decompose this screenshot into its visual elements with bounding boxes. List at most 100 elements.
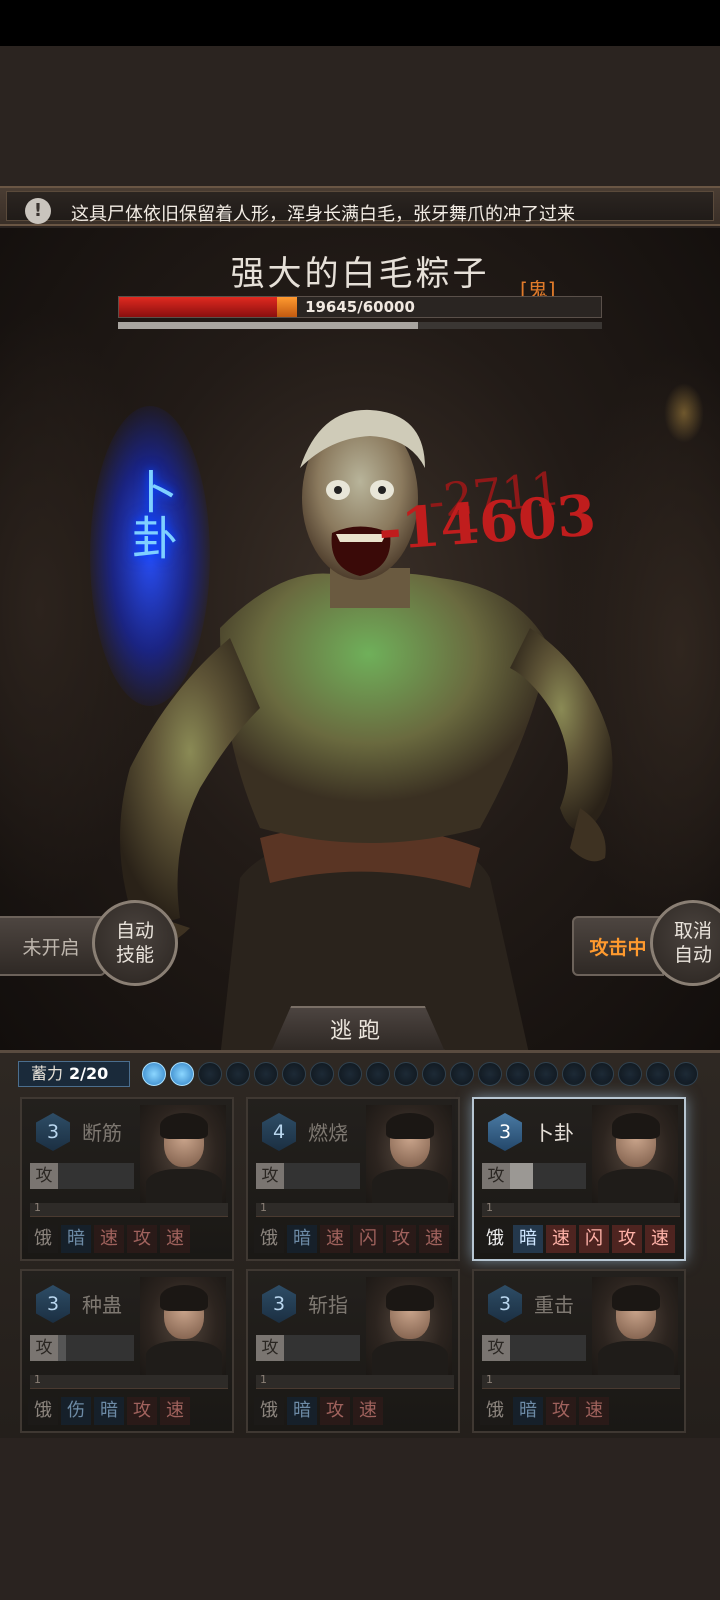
message-text: 这具尸体依旧保留着人形，浑身长满白毛，张牙舞爪的冲了过来 <box>71 204 575 225</box>
charge-gem <box>254 1062 278 1086</box>
portrait-hair <box>386 1285 434 1311</box>
skill-tags: 饿暗速攻速 <box>28 1225 190 1253</box>
portrait-shoulders <box>372 1341 448 1377</box>
charge-gem <box>562 1062 586 1086</box>
skill-tag: 闪 <box>579 1225 609 1253</box>
skill-tag: 攻 <box>612 1225 642 1253</box>
top-empty-area <box>0 46 720 186</box>
skill-progress: 1 <box>256 1201 454 1217</box>
skill-tag: 暗 <box>287 1397 317 1425</box>
skill-progress: 1 <box>482 1373 680 1389</box>
attack-fill <box>510 1163 533 1189</box>
skill-tag: 速 <box>546 1225 576 1253</box>
skill-tag: 速 <box>160 1397 190 1425</box>
skill-tag: 饿 <box>480 1225 510 1253</box>
boss-hp-text: 19645/60000 <box>305 298 415 316</box>
auto-skill-button[interactable]: 自动 技能 <box>92 900 178 986</box>
skill-level-badge: 3 <box>262 1285 296 1323</box>
skill-card[interactable]: 3 卜卦攻 1 饿暗速闪攻速 <box>472 1097 686 1261</box>
charge-gem <box>590 1062 614 1086</box>
attack-label: 攻 <box>30 1163 58 1189</box>
skill-tag: 饿 <box>28 1225 58 1253</box>
character-portrait <box>140 1105 226 1205</box>
skill-tag: 饿 <box>254 1225 284 1253</box>
boss-name: 强大的白毛粽子 <box>230 254 490 294</box>
character-portrait <box>592 1105 678 1205</box>
message-bar: ! 这具尸体依旧保留着人形，浑身长满白毛，张牙舞爪的冲了过来 <box>0 186 720 226</box>
portrait-shoulders <box>598 1169 674 1205</box>
skill-tag: 速 <box>645 1225 675 1253</box>
charge-gem <box>366 1062 390 1086</box>
auto-skill-label: 自动 技能 <box>115 920 154 966</box>
skill-tag: 速 <box>353 1397 383 1425</box>
escape-button[interactable]: 逃跑 <box>270 1006 446 1054</box>
charge-gems <box>142 1062 698 1088</box>
attack-label: 攻 <box>482 1335 510 1361</box>
attack-bar: 攻 <box>256 1163 360 1189</box>
boss-secondary-bar <box>118 322 602 329</box>
skill-card[interactable]: 4 燃烧攻 1 饿暗速闪攻速 <box>246 1097 460 1261</box>
skill-name: 燃烧 <box>308 1121 348 1145</box>
charge-gem <box>282 1062 306 1086</box>
skill-progress: 1 <box>30 1201 228 1217</box>
skill-progress: 1 <box>256 1373 454 1389</box>
skill-tag: 攻 <box>546 1397 576 1425</box>
boss-hp-bar: 19645/60000 <box>118 296 602 318</box>
portrait-shoulders <box>146 1169 222 1205</box>
charge-gem <box>534 1062 558 1086</box>
attack-bar: 攻 <box>256 1335 360 1361</box>
skill-tag: 饿 <box>254 1397 284 1425</box>
character-portrait <box>366 1277 452 1377</box>
skill-tag: 暗 <box>513 1397 543 1425</box>
skill-tag: 饿 <box>28 1397 58 1425</box>
attack-bar: 攻 <box>482 1163 586 1189</box>
skill-tag: 速 <box>94 1225 124 1253</box>
skill-tags: 饿伤暗攻速 <box>28 1397 190 1425</box>
charge-gem <box>310 1062 334 1086</box>
attack-bar: 攻 <box>482 1335 586 1361</box>
charge-gem <box>338 1062 362 1086</box>
charge-gem <box>478 1062 502 1086</box>
skill-progress: 1 <box>482 1201 680 1217</box>
charge-gem <box>394 1062 418 1086</box>
skill-level-badge: 3 <box>488 1113 522 1151</box>
skill-name: 断筋 <box>82 1121 122 1145</box>
charge-label: 蓄力 <box>31 1064 64 1083</box>
charge-value: 2/20 <box>69 1064 109 1083</box>
skill-level-badge: 3 <box>488 1285 522 1323</box>
skill-name: 重击 <box>534 1293 574 1317</box>
skill-level-badge: 4 <box>262 1113 296 1151</box>
skill-tag: 攻 <box>127 1397 157 1425</box>
charge-gem <box>506 1062 530 1086</box>
skill-tag: 攻 <box>320 1397 350 1425</box>
skill-card[interactable]: 3 斩指攻 1 饿暗攻速 <box>246 1269 460 1433</box>
character-portrait <box>140 1277 226 1377</box>
charge-gem <box>422 1062 446 1086</box>
skill-progress-value: 1 <box>486 1201 493 1214</box>
message-panel: ! 这具尸体依旧保留着人形，浑身长满白毛，张牙舞爪的冲了过来 <box>6 191 714 225</box>
boss-title: 强大的白毛粽子 [鬼] <box>0 246 720 302</box>
attack-label: 攻 <box>256 1335 284 1361</box>
charge-gem <box>450 1062 474 1086</box>
charge-gem <box>226 1062 250 1086</box>
skill-tags: 饿暗速闪攻速 <box>254 1225 449 1253</box>
skill-tag: 暗 <box>513 1225 543 1253</box>
skill-tag: 伤 <box>61 1397 91 1425</box>
attack-label: 攻 <box>256 1163 284 1189</box>
skill-tag: 攻 <box>386 1225 416 1253</box>
skill-tags: 饿暗速闪攻速 <box>480 1225 675 1253</box>
skill-tag: 速 <box>579 1397 609 1425</box>
portrait-hair <box>612 1285 660 1311</box>
skill-progress-value: 1 <box>260 1373 267 1386</box>
skill-card[interactable]: 3 种蛊攻 1 饿伤暗攻速 <box>20 1269 234 1433</box>
attack-bar: 攻 <box>30 1163 134 1189</box>
skill-card[interactable]: 3 重击攻 1 饿暗攻速 <box>472 1269 686 1433</box>
skill-name: 卜卦 <box>534 1121 574 1145</box>
charge-gem <box>674 1062 698 1086</box>
charge-gem <box>142 1062 166 1086</box>
skill-progress-value: 1 <box>486 1373 493 1386</box>
character-portrait <box>592 1277 678 1377</box>
charge-gem <box>618 1062 642 1086</box>
skill-progress-value: 1 <box>260 1201 267 1214</box>
skill-card[interactable]: 3 断筋攻 1 饿暗速攻速 <box>20 1097 234 1261</box>
